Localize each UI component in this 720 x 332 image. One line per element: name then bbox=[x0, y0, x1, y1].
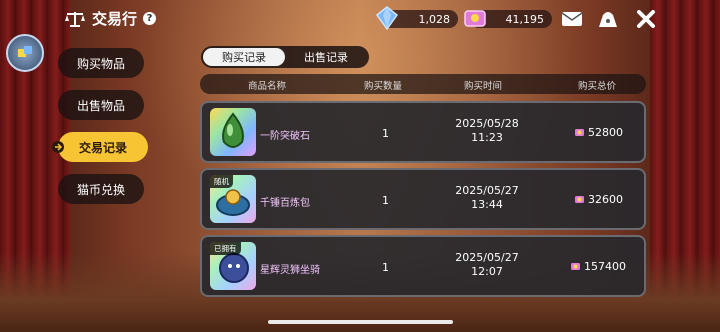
gem-amount: 1,028 bbox=[418, 12, 451, 26]
price-value: 52800 bbox=[588, 126, 623, 139]
tab-sell-records[interactable]: 出售记录 bbox=[285, 48, 367, 66]
sidebar-item-buy[interactable]: 购买物品 bbox=[58, 48, 144, 78]
column-header-price: 购买总价 bbox=[578, 81, 617, 92]
purchase-time: 2025/05/27 13:44 bbox=[442, 184, 532, 212]
price-value: 157400 bbox=[584, 260, 626, 273]
balance-scale-icon bbox=[65, 11, 85, 27]
cat-coin-icon bbox=[575, 129, 584, 136]
gem-counter[interactable]: 1,028 bbox=[375, 6, 458, 31]
sidebar-item-sell[interactable]: 出售物品 bbox=[58, 90, 144, 120]
item-thumbnail bbox=[210, 108, 256, 156]
item-tag: 已拥有 bbox=[210, 242, 241, 255]
diamond-icon bbox=[375, 6, 399, 31]
column-header-name: 商品名称 bbox=[248, 81, 287, 92]
table-row[interactable]: 已拥有 星辉灵狮坐骑 1 2025/05/27 12:07 157400 bbox=[200, 235, 646, 297]
avatar[interactable] bbox=[6, 34, 44, 72]
item-tag: 随机 bbox=[210, 175, 233, 188]
table-header: 商品名称 购买数量 购买时间 购买总价 bbox=[200, 74, 646, 94]
title-group: 交易行 ? bbox=[64, 8, 157, 29]
mail-button[interactable] bbox=[558, 6, 586, 32]
item-name: 星辉灵狮坐骑 bbox=[260, 265, 320, 276]
breakthrough-stone-icon bbox=[222, 112, 244, 148]
purchase-time: 2025/05/28 11:23 bbox=[442, 117, 532, 145]
top-bar: 交易行 ? 1,028 41,195 bbox=[0, 0, 720, 38]
coin-counter[interactable]: 41,195 bbox=[464, 10, 552, 28]
close-icon bbox=[637, 10, 655, 28]
purchase-date: 2025/05/28 bbox=[455, 117, 519, 130]
purchase-clock: 11:23 bbox=[471, 131, 503, 144]
sidebar-item-label: 交易记录 bbox=[78, 140, 127, 155]
mail-icon bbox=[561, 12, 583, 26]
home-indicator[interactable] bbox=[268, 320, 453, 324]
item-quantity: 1 bbox=[382, 127, 389, 140]
column-header-qty: 购买数量 bbox=[364, 81, 403, 92]
cat-coin-icon bbox=[571, 263, 580, 270]
sidebar-item-label: 购买物品 bbox=[76, 56, 125, 71]
arrow-right-icon bbox=[52, 141, 64, 153]
total-price: 52800 bbox=[574, 126, 623, 139]
purchase-date: 2025/05/27 bbox=[455, 184, 519, 197]
sidebar-item-records[interactable]: 交易记录 bbox=[52, 132, 148, 162]
help-icon[interactable]: ? bbox=[143, 12, 157, 25]
sidebar-item-label: 出售物品 bbox=[76, 98, 125, 113]
page-title: 交易行 bbox=[92, 10, 138, 28]
table-row[interactable]: 随机 千锤百炼包 1 2025/05/27 13:44 32600 bbox=[200, 168, 646, 230]
item-quantity: 1 bbox=[382, 261, 389, 274]
price-value: 32600 bbox=[588, 193, 623, 206]
purchase-clock: 12:07 bbox=[471, 265, 503, 278]
item-name: 一阶突破石 bbox=[260, 131, 310, 142]
item-name: 千锤百炼包 bbox=[260, 198, 310, 209]
cat-avatar-icon bbox=[18, 46, 32, 57]
table-row[interactable]: 一阶突破石 1 2025/05/28 11:23 52800 bbox=[200, 101, 646, 163]
item-thumbnail: 随机 bbox=[210, 175, 256, 223]
purchase-time: 2025/05/27 12:07 bbox=[442, 251, 532, 279]
sidebar-item-exchange[interactable]: 猫币兑换 bbox=[58, 174, 144, 204]
column-header-time: 购买时间 bbox=[464, 81, 503, 92]
total-price: 157400 bbox=[570, 260, 626, 273]
total-price: 32600 bbox=[574, 193, 623, 206]
bag-button[interactable] bbox=[594, 6, 622, 32]
coin-amount: 41,195 bbox=[505, 12, 545, 26]
cat-coin-icon bbox=[575, 196, 584, 203]
tab-buy-records[interactable]: 购买记录 bbox=[203, 48, 285, 66]
item-thumbnail: 已拥有 bbox=[210, 242, 256, 290]
bag-icon bbox=[599, 12, 617, 27]
purchase-clock: 13:44 bbox=[471, 198, 503, 211]
item-quantity: 1 bbox=[382, 194, 389, 207]
cat-coin-icon bbox=[464, 10, 486, 27]
record-tabs: 购买记录 出售记录 bbox=[201, 46, 369, 68]
sidebar: 购买物品 出售物品 交易记录 猫币兑换 bbox=[52, 48, 158, 216]
purchase-date: 2025/05/27 bbox=[455, 251, 519, 264]
close-button[interactable] bbox=[632, 6, 660, 32]
sidebar-item-label: 猫币兑换 bbox=[76, 182, 125, 197]
